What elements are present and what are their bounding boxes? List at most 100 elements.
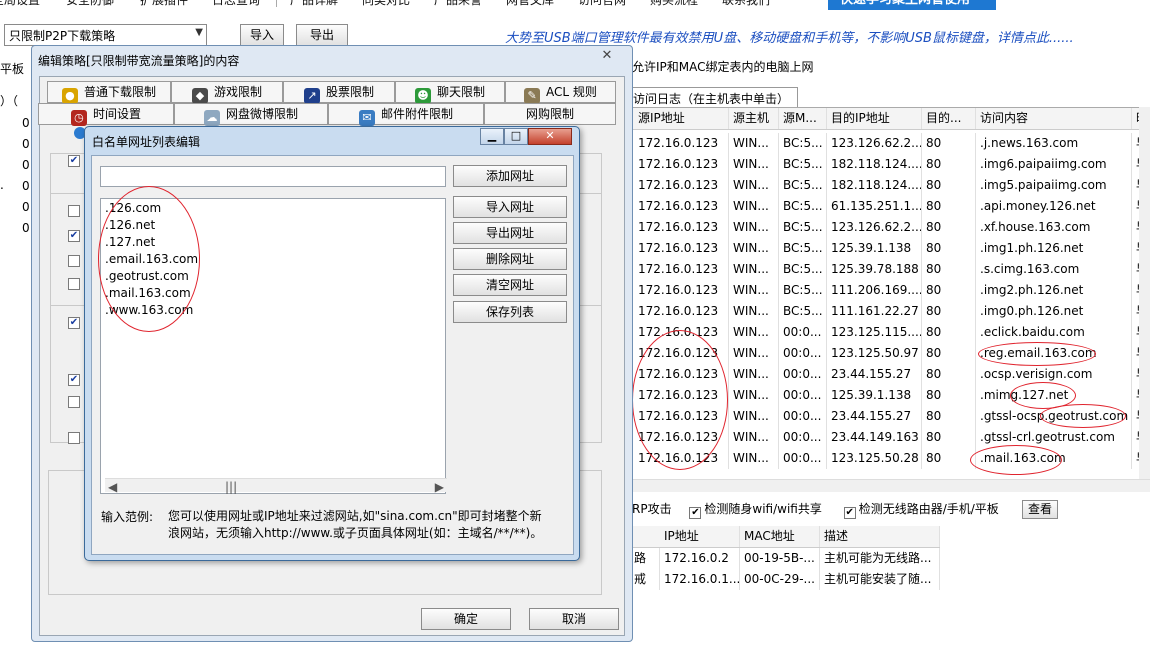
table-row[interactable]: 172.16.0.123 WIN... BC:5... 125.39.78.188 80…	[630, 259, 1150, 280]
stock-chart-icon: ↗	[303, 88, 320, 104]
table-row[interactable]: 172.16.0.123 WIN... BC:5... 111.206.169....…	[630, 280, 1150, 301]
chevron-left-icon[interactable]: ◀	[108, 480, 117, 494]
import-button[interactable]: 导入	[240, 24, 284, 46]
menu-global-settings[interactable]: 全局设置	[0, 0, 40, 8]
table-row[interactable]: 172.16.0.123 WIN... BC:5... 182.118.124....…	[630, 154, 1150, 175]
device-mac: 00-19-5B-...	[740, 548, 820, 569]
ok-button[interactable]: 确定	[421, 608, 511, 630]
log-horizontal-scrollbar[interactable]	[630, 479, 1150, 492]
menu-comparison[interactable]: 同类对比	[362, 0, 410, 8]
tab-netdisk-weibo[interactable]: ☁ 网盘微博限制	[174, 103, 328, 126]
tab-online-shopping[interactable]: 网购限制	[484, 103, 616, 125]
wifi-detect-checkbox[interactable]: ✔ 检测随身wifi/wifi共享	[689, 502, 822, 519]
checkbox[interactable]	[68, 278, 80, 290]
col-dst-port[interactable]: 目的...	[922, 108, 976, 129]
col-content[interactable]: 访问内容	[976, 108, 1132, 129]
cell-src-host: WIN...	[729, 259, 779, 280]
checkbox[interactable]: ✔	[68, 155, 80, 167]
tab-normal-download[interactable]: ● 普通下载限制	[47, 81, 171, 104]
cancel-button[interactable]: 取消	[529, 608, 619, 630]
col-mac[interactable]: MAC地址	[740, 526, 820, 547]
cell-src-ip: 172.16.0.123	[634, 259, 729, 280]
export-button[interactable]: 导出	[296, 24, 348, 46]
tab-acl-rules[interactable]: ✎ ACL 规则	[505, 81, 616, 104]
table-row[interactable]: 戒 172.16.0.1... 00-0C-29-... 主机可能安装了随...	[630, 569, 940, 590]
maximize-icon[interactable]: □	[504, 128, 528, 145]
device-ip: 172.16.0.1...	[660, 569, 740, 590]
col-dst-ip[interactable]: 目的IP地址	[827, 108, 922, 129]
cell-src-mac: BC:5...	[779, 238, 827, 259]
tab-stock[interactable]: ↗ 股票限制	[283, 81, 395, 104]
table-row[interactable]: 172.16.0.123 WIN... BC:5... 123.126.62.2...…	[630, 133, 1150, 154]
checkbox[interactable]	[68, 432, 80, 444]
table-row[interactable]: 路 172.16.0.2 00-19-5B-... 主机可能为无线路...	[630, 548, 940, 569]
cell-dst-port: 80	[922, 196, 976, 217]
cell-dst-ip: 125.39.1.138	[827, 385, 922, 406]
menu-product-detail[interactable]: 产品详解	[290, 0, 338, 8]
chat-icon: ☻	[414, 88, 431, 104]
checkbox[interactable]: ✔	[68, 317, 80, 329]
checkbox[interactable]	[68, 396, 80, 408]
left-strip-dot: .	[0, 178, 4, 192]
table-row[interactable]: 172.16.0.123 WIN... BC:5... 123.126.62.2...…	[630, 217, 1150, 238]
menu-security[interactable]: 安全防御	[66, 0, 114, 8]
export-url-button[interactable]: 导出网址	[453, 222, 567, 244]
col-ip[interactable]: IP地址	[660, 526, 740, 547]
menu-honors[interactable]: 产品荣誉	[434, 0, 482, 8]
cell-dst-port: 80	[922, 385, 976, 406]
tab-mail-attachment[interactable]: ✉ 邮件附件限制	[328, 103, 484, 126]
close-icon[interactable]: ✕	[528, 128, 572, 145]
view-button[interactable]: 查看	[1022, 500, 1058, 519]
tab-time-settings[interactable]: ◷ 时间设置	[38, 103, 174, 126]
checkbox[interactable]	[68, 205, 80, 217]
highlight-circle	[970, 445, 1062, 475]
add-url-button[interactable]: 添加网址	[453, 165, 567, 187]
policy-select[interactable]: 只限制P2P下载策略 ▼	[4, 24, 207, 46]
checkbox[interactable]: ✔	[68, 230, 80, 242]
menu-separator	[276, 0, 277, 7]
delete-url-button[interactable]: 删除网址	[453, 248, 567, 270]
tab-access-log[interactable]: 访问日志（在主机表中单击）	[626, 87, 798, 107]
download-icon: ●	[61, 88, 78, 104]
menu-contact[interactable]: 联系我们	[722, 0, 770, 8]
list-horizontal-scrollbar[interactable]: ◀ ||| ▶	[105, 478, 447, 494]
col-src-mac[interactable]: 源M...	[779, 108, 827, 129]
col-src-ip[interactable]: 源IP地址	[634, 108, 729, 129]
tab-game[interactable]: ◆ 游戏限制	[171, 81, 283, 104]
cell-src-host: WIN...	[729, 217, 779, 238]
menu-purchase[interactable]: 购买流程	[650, 0, 698, 8]
checkbox[interactable]	[68, 255, 80, 267]
dialog-title: 白名单网址列表编辑	[92, 135, 201, 149]
cell-src-host: WIN...	[729, 301, 779, 322]
col-src-host[interactable]: 源主机	[729, 108, 779, 129]
col-desc[interactable]: 描述	[820, 526, 940, 547]
router-detect-checkbox[interactable]: ✔ 检测无线路由器/手机/平板	[843, 502, 999, 519]
table-row[interactable]: 172.16.0.123 WIN... BC:5... 61.135.251.1...…	[630, 196, 1150, 217]
log-vertical-scrollbar[interactable]	[1139, 107, 1150, 479]
menu-library[interactable]: 网管文库	[506, 0, 554, 8]
tab-label: 股票限制	[325, 85, 374, 99]
close-icon[interactable]: ✕	[596, 48, 618, 64]
save-list-button[interactable]: 保存列表	[453, 301, 567, 323]
minimize-icon[interactable]: ▁	[480, 128, 504, 145]
table-row[interactable]: 172.16.0.123 WIN... BC:5... 111.161.22.27 80…	[630, 301, 1150, 322]
menu-official-site[interactable]: 访问官网	[578, 0, 626, 8]
table-row[interactable]: 172.16.0.123 WIN... BC:5... 182.118.124....…	[630, 175, 1150, 196]
clear-url-button[interactable]: 清空网址	[453, 274, 567, 296]
usb-ad-link[interactable]: 大势至USB端口管理软件最有效禁用U盘、移动硬盘和手机等，不影响USB鼠标键盘，…	[505, 27, 1074, 46]
cell-src-mac: BC:5...	[779, 259, 827, 280]
checkbox[interactable]: ✔	[68, 374, 80, 386]
table-row[interactable]: 172.16.0.123 WIN... 00:0... 123.125.115....…	[630, 322, 1150, 343]
import-url-button[interactable]: 导入网址	[453, 196, 567, 218]
scroll-thumb[interactable]: |||	[225, 480, 237, 494]
chevron-right-icon[interactable]: ▶	[435, 480, 444, 494]
menu-plugins[interactable]: 扩展插件	[140, 0, 188, 8]
cell-src-ip: 172.16.0.123	[634, 301, 729, 322]
menu-log-query[interactable]: 日志查询	[212, 0, 260, 8]
tab-label: ACL 规则	[546, 85, 597, 99]
url-input[interactable]	[100, 166, 446, 187]
quick-learn-banner[interactable]: 快速学习聚生网管使用	[828, 0, 996, 10]
table-row[interactable]: 172.16.0.123 WIN... BC:5... 125.39.1.138 80.…	[630, 238, 1150, 259]
cell-dst-port: 80	[922, 301, 976, 322]
tab-chat[interactable]: ☻ 聊天限制	[395, 81, 505, 104]
